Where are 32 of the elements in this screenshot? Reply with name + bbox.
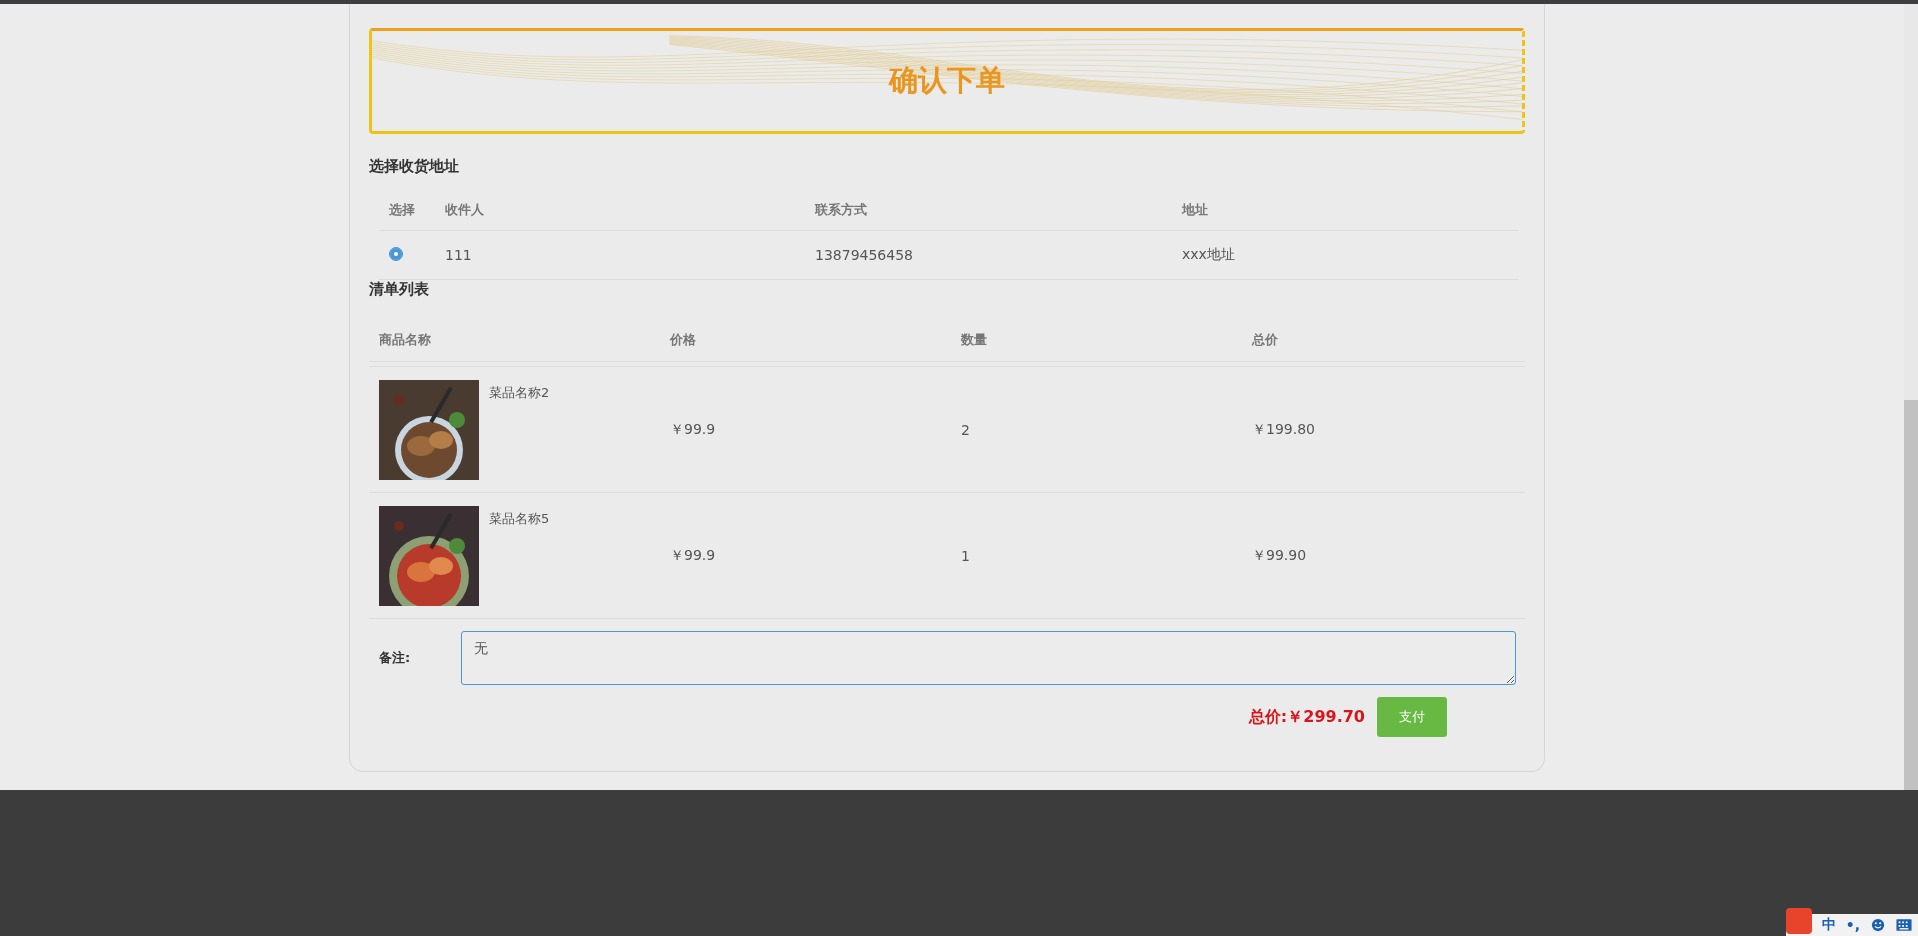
- language-toggle[interactable]: 中: [1821, 916, 1836, 934]
- column-header: 地址: [1182, 201, 1209, 219]
- table-cell-text: 13879456458: [815, 247, 914, 263]
- radio-button[interactable]: [389, 246, 403, 261]
- keyboard-icon[interactable]: [1896, 918, 1912, 932]
- table-cell-text: 1: [961, 547, 971, 564]
- section-title: 选择收货地址: [369, 157, 460, 176]
- column-header: 联系方式: [815, 201, 868, 219]
- table-cell-text: ￥99.9: [670, 420, 717, 439]
- dish-name: 菜品名称2: [489, 383, 550, 402]
- page-title: 确认下单: [889, 62, 1005, 99]
- table-cell-text: 2: [961, 421, 971, 438]
- section-title: 清单列表: [369, 280, 430, 299]
- table-cell-text: ￥199.80: [1252, 420, 1316, 439]
- column-header: 选择: [389, 201, 416, 219]
- remark-field[interactable]: 无: [461, 631, 1516, 685]
- table-cell-text: xxx地址: [1182, 246, 1236, 264]
- remark-label: 备注:: [379, 649, 412, 667]
- column-header: 收件人: [445, 201, 485, 219]
- table-cell-text: ￥99.90: [1252, 546, 1308, 565]
- total-price: 总价:￥299.70: [1248, 706, 1365, 728]
- dish-name: 菜品名称5: [489, 509, 550, 528]
- table-cell-text: ￥99.9: [670, 546, 717, 565]
- column-header: 价格: [670, 331, 697, 349]
- column-header: 商品名称: [379, 331, 432, 349]
- scrollbar-thumb[interactable]: [1904, 400, 1918, 790]
- table-cell-text: 111: [445, 247, 473, 263]
- scrollbar[interactable]: [1904, 4, 1918, 790]
- column-header: 总价: [1252, 331, 1279, 349]
- column-header: 数量: [961, 331, 988, 349]
- punctuation-toggle[interactable]: •,: [1845, 917, 1860, 933]
- smiley-icon[interactable]: [1870, 918, 1886, 932]
